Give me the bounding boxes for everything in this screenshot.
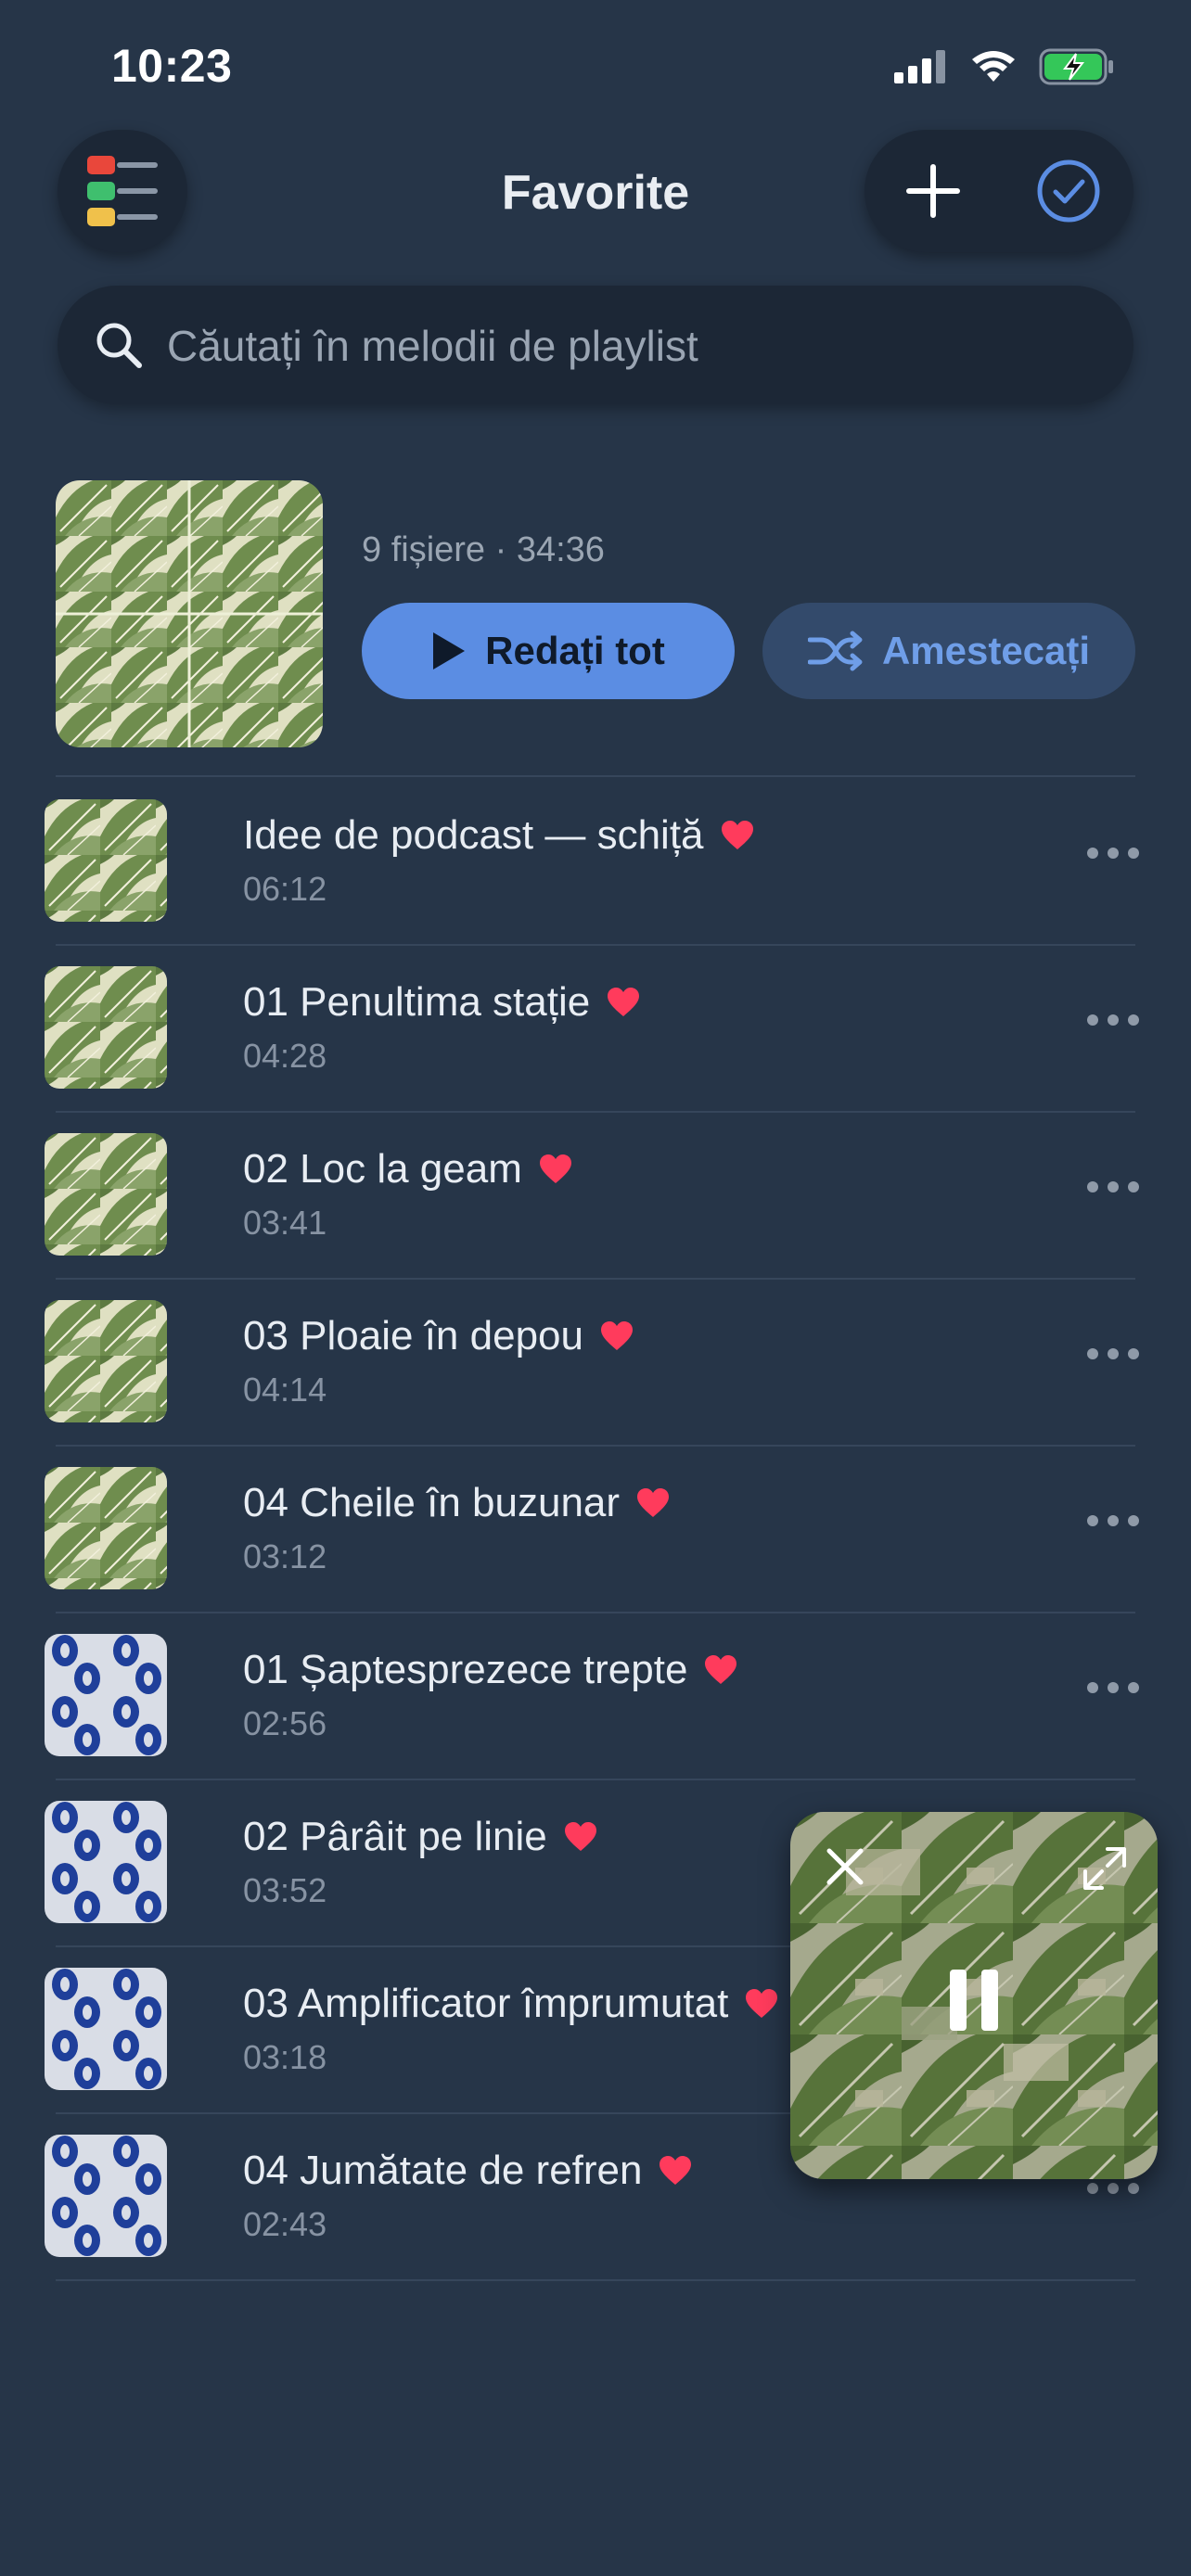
play-all-button[interactable]: Redați tot: [362, 603, 735, 699]
track-title: 04 Jumătate de refren: [243, 2148, 643, 2193]
track-duration: 02:56: [243, 1704, 327, 1742]
play-all-label: Redați tot: [485, 629, 665, 672]
play-icon: [433, 632, 466, 670]
more-options-icon[interactable]: [1087, 1014, 1139, 1026]
track-artwork: [45, 799, 167, 922]
select-check-icon[interactable]: [1035, 158, 1102, 224]
status-time: 10:23: [111, 40, 233, 92]
status-icons: [894, 48, 1115, 85]
screen: 10:23 Favorite Căutați în melodii de pla…: [0, 0, 1191, 2576]
heart-icon[interactable]: [600, 1320, 634, 1352]
track-title: Idee de podcast — schiță: [243, 812, 704, 858]
signal-icon: [894, 50, 945, 83]
track-title-row: 03 Amplificator împrumutat: [243, 1981, 778, 2027]
track-row[interactable]: 04 Cheile în buzunar 03:12: [0, 1445, 1191, 1612]
search-icon: [96, 323, 142, 368]
track-artwork: [45, 1133, 167, 1256]
shuffle-label: Amestecați: [881, 629, 1091, 672]
track-row[interactable]: 03 Ploaie în depou 04:14: [0, 1278, 1191, 1445]
header-actions: [864, 130, 1133, 252]
track-title: 01 Șaptesprezece trepte: [243, 1647, 688, 1692]
track-artwork: [45, 2135, 167, 2257]
pause-icon[interactable]: [946, 1968, 1002, 2033]
shuffle-icon: [807, 631, 863, 671]
heart-icon[interactable]: [539, 1154, 572, 1185]
playlist-cover: [56, 480, 323, 747]
track-title-row: 04 Cheile în buzunar: [243, 1480, 670, 1526]
track-title: 01 Penultima stație: [243, 979, 591, 1025]
heart-icon[interactable]: [704, 1654, 737, 1686]
track-row[interactable]: Idee de podcast — schiță 06:12: [0, 777, 1191, 944]
track-title: 02 Pârâit pe linie: [243, 1814, 547, 1859]
track-artwork: [45, 1634, 167, 1756]
add-icon[interactable]: [900, 158, 967, 224]
track-duration: 04:28: [243, 1037, 327, 1075]
track-duration: 03:12: [243, 1537, 327, 1575]
track-title-row: 02 Pârâit pe linie: [243, 1814, 597, 1860]
track-duration: 04:14: [243, 1371, 327, 1409]
track-duration: 06:12: [243, 870, 327, 908]
playlist-meta: 9 fișiere · 34:36: [362, 530, 605, 569]
track-row[interactable]: 01 Penultima stație 04:28: [0, 944, 1191, 1111]
track-artwork: [45, 1968, 167, 2090]
shuffle-button[interactable]: Amestecați: [762, 603, 1135, 699]
more-options-icon[interactable]: [1087, 1682, 1139, 1693]
more-options-icon[interactable]: [1087, 2183, 1139, 2194]
expand-icon[interactable]: [1080, 1843, 1130, 1894]
track-duration: 03:52: [243, 1871, 327, 1909]
track-title: 03 Ploaie în depou: [243, 1313, 583, 1358]
track-title-row: 04 Jumătate de refren: [243, 2148, 692, 2194]
track-duration: 03:41: [243, 1204, 327, 1242]
track-title-row: 01 Penultima stație: [243, 979, 640, 1026]
track-title-row: Idee de podcast — schiță: [243, 812, 754, 859]
wifi-icon: [972, 51, 1015, 82]
track-title: 03 Amplificator împrumutat: [243, 1981, 729, 2026]
heart-icon[interactable]: [564, 1821, 597, 1853]
track-title: 02 Loc la geam: [243, 1146, 522, 1192]
track-row[interactable]: 02 Loc la geam 03:41: [0, 1111, 1191, 1278]
heart-icon[interactable]: [745, 1988, 778, 2020]
heart-icon[interactable]: [721, 820, 754, 851]
track-title-row: 03 Ploaie în depou: [243, 1313, 634, 1359]
more-options-icon[interactable]: [1087, 848, 1139, 859]
more-options-icon[interactable]: [1087, 1181, 1139, 1192]
track-row[interactable]: 01 Șaptesprezece trepte 02:56: [0, 1612, 1191, 1779]
more-options-icon[interactable]: [1087, 1515, 1139, 1526]
track-title-row: 01 Șaptesprezece trepte: [243, 1647, 737, 1693]
search-field[interactable]: Căutați în melodii de playlist: [58, 286, 1133, 404]
track-duration: 02:43: [243, 2205, 327, 2243]
more-options-icon[interactable]: [1087, 1348, 1139, 1359]
battery-icon: [1039, 48, 1113, 85]
track-artwork: [45, 1300, 167, 1422]
track-title: 04 Cheile în buzunar: [243, 1480, 621, 1525]
divider: [56, 2279, 1135, 2281]
track-title-row: 02 Loc la geam: [243, 1146, 572, 1192]
search-placeholder: Căutați în melodii de playlist: [167, 322, 698, 370]
track-artwork: [45, 966, 167, 1089]
heart-icon[interactable]: [659, 2155, 692, 2187]
track-artwork: [45, 1467, 167, 1589]
mini-player[interactable]: [790, 1812, 1158, 2179]
heart-icon[interactable]: [607, 987, 640, 1018]
heart-icon[interactable]: [636, 1487, 670, 1519]
track-duration: 03:18: [243, 2038, 327, 2076]
close-icon[interactable]: [822, 1843, 868, 1890]
track-artwork: [45, 1801, 167, 1923]
